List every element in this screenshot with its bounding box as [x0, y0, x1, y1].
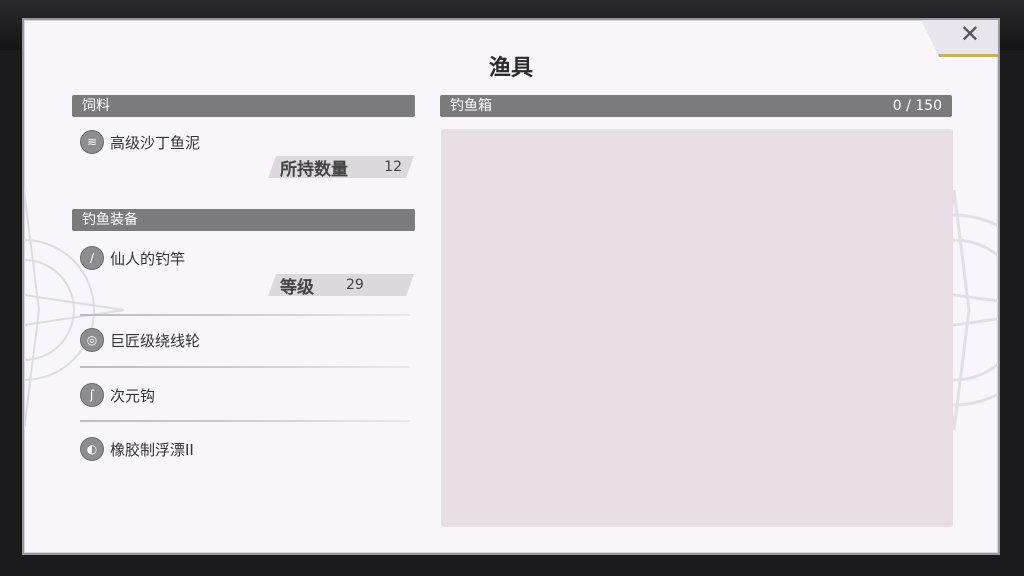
close-button[interactable]: ✕	[920, 20, 998, 57]
reel-item-name: 巨匠级绕线轮	[110, 331, 201, 350]
rod-level-label: 等级	[280, 277, 314, 298]
bait-quantity-stat: 所持数量 12	[268, 156, 414, 178]
rod-level-stat: 等级 29	[268, 274, 414, 296]
bait-quantity-value: 12	[384, 159, 402, 175]
tackle-box-count: 0 / 150	[892, 98, 942, 114]
tackle-box-area[interactable]	[441, 129, 953, 527]
tackle-box-header: 钓鱼箱 0 / 150	[440, 95, 952, 117]
tackle-box-label: 钓鱼箱	[450, 98, 492, 114]
reel-item[interactable]: ◎ 巨匠级绕线轮	[80, 327, 200, 353]
hook-icon: ʃ	[80, 383, 104, 407]
float-icon: ◐	[80, 437, 104, 461]
gear-section-header: 钓鱼装备	[72, 209, 415, 231]
rod-item-name: 仙人的钓竿	[110, 249, 186, 268]
float-item[interactable]: ◐ 橡胶制浮漂II	[80, 436, 194, 462]
gear-header-label: 钓鱼装备	[82, 212, 138, 228]
close-icon: ✕	[959, 20, 980, 48]
rod-level-value: 29	[346, 277, 364, 293]
rod-item[interactable]: ∕ 仙人的钓竿	[80, 245, 185, 271]
rod-icon: ∕	[80, 246, 104, 270]
fishing-gear-dialog: 渔具 ✕ 饲料 ≋ 高级沙丁鱼泥 所持数量 12 钓鱼装备 ∕ 仙人的钓竿 等级…	[22, 18, 1000, 555]
hook-item[interactable]: ʃ 次元钩	[80, 382, 155, 408]
bait-item-name: 高级沙丁鱼泥	[110, 133, 201, 152]
divider	[80, 314, 410, 316]
reel-icon: ◎	[80, 328, 104, 352]
left-ornament	[24, 189, 125, 431]
hook-item-name: 次元钩	[110, 386, 156, 405]
bait-header-label: 饲料	[82, 98, 110, 114]
bait-section-header: 饲料	[72, 95, 415, 117]
divider	[80, 420, 410, 422]
divider	[80, 366, 410, 368]
page-title: 渔具	[488, 56, 533, 81]
bait-item[interactable]: ≋ 高级沙丁鱼泥	[80, 129, 200, 155]
bait-quantity-label: 所持数量	[280, 159, 348, 180]
float-item-name: 橡胶制浮漂II	[110, 440, 194, 459]
bait-icon: ≋	[80, 130, 104, 154]
